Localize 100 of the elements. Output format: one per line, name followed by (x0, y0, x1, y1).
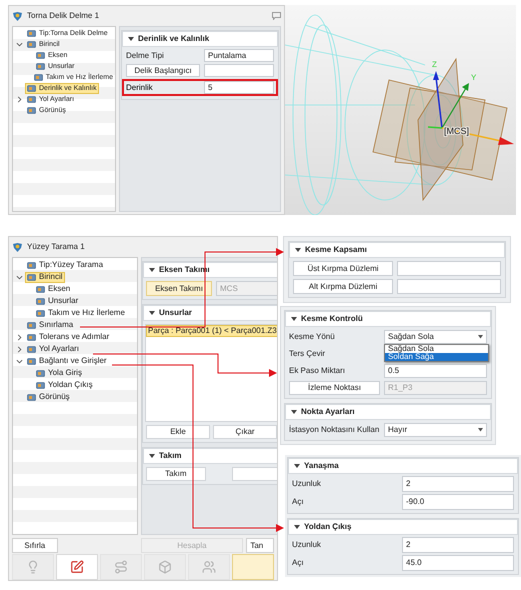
window-title: Torna Delik Delme 1 (27, 10, 100, 22)
tree-item[interactable]: Tolerans ve Adımlar (25, 332, 112, 342)
collapse-triangle-icon[interactable] (294, 524, 300, 530)
section-header[interactable]: Takım (143, 448, 277, 464)
tree-item[interactable]: Yoldan Çıkış (34, 380, 95, 390)
app-icon (12, 242, 23, 252)
tree-node-icon (27, 272, 36, 282)
dropdown-option[interactable]: Soldan Sağa (385, 353, 488, 361)
option-button[interactable]: Üst Kırpma Düzlemi (293, 261, 393, 276)
app-icon (12, 10, 23, 22)
tree-item[interactable]: Sınırlama (25, 320, 76, 330)
collapse-triangle-icon[interactable] (295, 247, 301, 253)
collapse-triangle-icon[interactable] (149, 453, 155, 459)
window-title: Yüzey Tarama 1 (27, 241, 86, 253)
value-field[interactable]: 5 (204, 81, 274, 94)
footer-button[interactable]: Tan (246, 538, 274, 553)
box-icon (158, 560, 172, 574)
tree-node-icon (27, 344, 36, 354)
section-header[interactable]: Derinlik ve Kalınlık (122, 31, 278, 47)
tool-button[interactable]: Takım (146, 467, 206, 481)
dropdown[interactable]: Hayır (384, 423, 487, 437)
dropdown-caret-icon (478, 428, 483, 432)
tree-node-icon (27, 356, 36, 366)
tree-node-icon (34, 73, 43, 82)
tree-node-icon (27, 320, 36, 330)
list-action-button[interactable]: Çıkar (213, 425, 277, 439)
lightbulb-icon (26, 560, 40, 574)
field-label: Ters Çevir (289, 348, 326, 360)
tree-item[interactable]: Birincil (25, 272, 65, 282)
tree-node-icon (36, 62, 45, 71)
field-label: Ek Paso Miktarı (289, 365, 346, 377)
value-field[interactable] (204, 64, 274, 77)
collapsed-chevron-icon[interactable] (16, 96, 22, 103)
collapsed-chevron-icon[interactable] (16, 334, 22, 340)
collapse-triangle-icon[interactable] (294, 463, 300, 469)
axis-label: Y (471, 73, 476, 82)
pen-square-icon (70, 560, 84, 574)
tree-item[interactable]: Tip:Yüzey Tarama (25, 260, 106, 270)
tree-node-icon (36, 296, 45, 306)
field-label: Derinlik (126, 82, 154, 94)
tree-node-icon (36, 51, 45, 60)
footer-button[interactable]: Sıfırla (12, 538, 58, 553)
option-button[interactable]: Alt Kırpma Düzlemi (293, 279, 393, 294)
path-icon (114, 560, 128, 574)
section-header[interactable]: Yanaşma (288, 458, 518, 474)
collapsed-chevron-icon[interactable] (16, 346, 22, 352)
collapse-triangle-icon[interactable] (149, 310, 155, 316)
list-action-button[interactable]: Ekle (146, 425, 210, 439)
tree-node-icon (36, 380, 45, 390)
tree-item[interactable]: Bağlantı ve Girişler (25, 356, 109, 366)
field-label: Açı (292, 496, 305, 508)
field-label: İstasyon Noktasını Kullan (289, 424, 380, 436)
section-header[interactable]: Kesme Kontrolü (285, 311, 491, 327)
figures-icon (202, 560, 216, 574)
tree-item[interactable]: Unsurlar (34, 296, 80, 306)
section-header[interactable]: Nokta Ayarları (285, 404, 491, 420)
section-header[interactable]: Unsurlar (143, 305, 277, 321)
value-field[interactable]: -90.0 (402, 494, 514, 510)
collapse-triangle-icon[interactable] (149, 267, 155, 273)
value-field[interactable] (397, 261, 501, 276)
value-field[interactable]: 45.0 (402, 555, 514, 571)
value-field[interactable]: Puntalama (204, 49, 274, 62)
dropdown[interactable]: Sağdan Sola (384, 330, 487, 344)
tree-item[interactable]: Görünüş (25, 392, 72, 402)
expanded-chevron-icon[interactable] (16, 41, 22, 48)
field-label: Kesme Yönü (289, 331, 336, 343)
value-field[interactable]: 0.5 (384, 364, 487, 378)
axis-system-button[interactable]: Eksen Takımı (146, 281, 212, 296)
value-field[interactable]: 2 (402, 537, 514, 553)
tree-node-icon (36, 368, 45, 378)
section-header[interactable]: Kesme Kapsamı (289, 242, 505, 258)
tree-node-icon (27, 29, 36, 38)
tree-node-icon (27, 260, 36, 270)
axis-label: Z (432, 60, 437, 69)
dropdown-option[interactable]: Sağdan Sola (385, 345, 488, 353)
tree-item[interactable]: Eksen (34, 284, 72, 294)
tree-node-icon (27, 84, 36, 93)
value-field[interactable]: 2 (402, 476, 514, 492)
collapse-triangle-icon[interactable] (291, 409, 297, 415)
dropdown-caret-icon (478, 335, 483, 339)
expanded-chevron-icon[interactable] (16, 358, 22, 364)
tree-item[interactable]: Takım ve Hız İlerleme (34, 308, 127, 318)
tree-node-icon (36, 308, 45, 318)
collapse-triangle-icon[interactable] (291, 316, 297, 322)
tree-item[interactable]: Yola Giriş (34, 368, 84, 378)
tree-item[interactable]: Yol Ayarları (25, 344, 82, 354)
tree-node-icon (27, 40, 36, 49)
collapse-triangle-icon[interactable] (128, 36, 134, 42)
option-button[interactable]: Delik Başlangıcı (126, 64, 200, 77)
tree-node-icon (27, 95, 36, 104)
tree-node-icon (27, 332, 36, 342)
field-label: Delme Tipi (126, 50, 165, 62)
value-field[interactable] (397, 279, 501, 294)
feature-list-item[interactable]: Parça : Parça001 (1) < Parça001.Z3 (146, 325, 277, 337)
tree-node-icon (27, 392, 36, 402)
expanded-chevron-icon[interactable] (16, 274, 22, 280)
field-label: Uzunluk (292, 539, 322, 551)
toolbar-button[interactable] (56, 554, 98, 580)
tree-node-icon (27, 106, 36, 115)
section-header[interactable]: Yoldan Çıkış (288, 519, 518, 535)
